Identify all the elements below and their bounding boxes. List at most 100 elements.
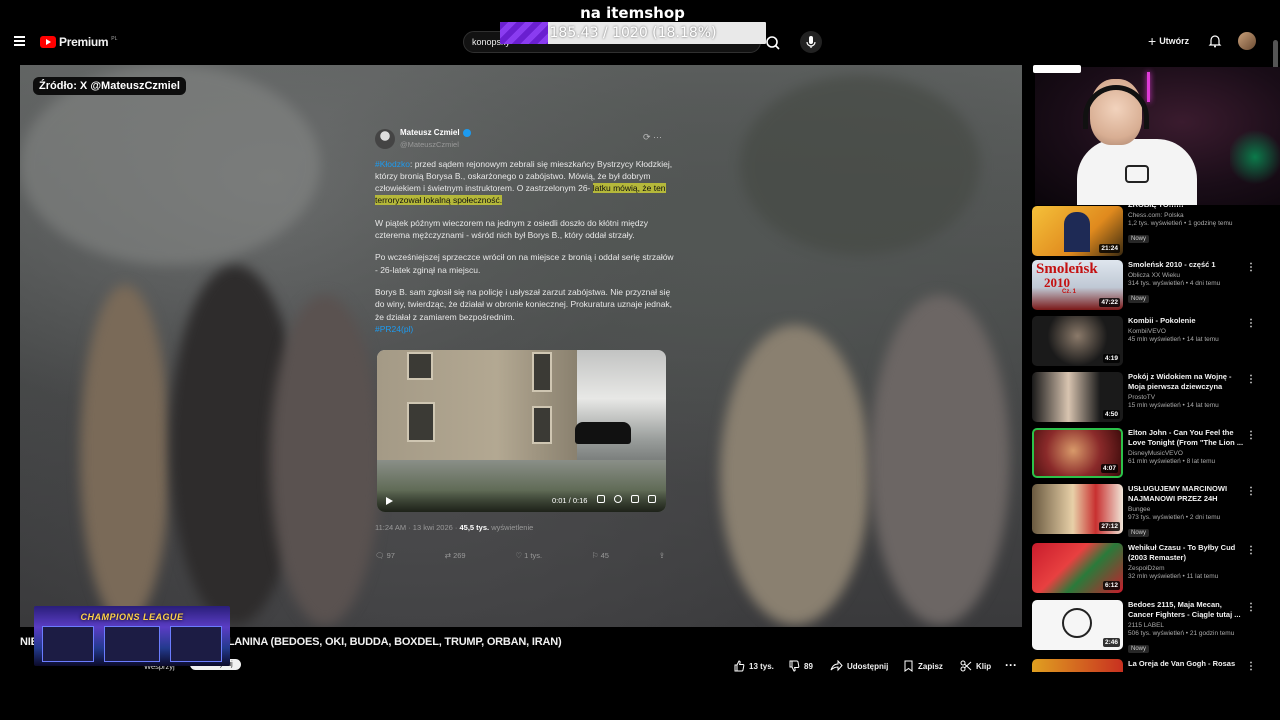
- recommendation-item[interactable]: 4:50 Pokój z Widokiem na Wojnę - Moja pi…: [1032, 372, 1262, 422]
- dislike-count: 89: [804, 661, 813, 671]
- tweet-views: 45,5 tys.: [459, 523, 490, 532]
- logo-country: PL: [111, 36, 118, 42]
- recommendation-channel[interactable]: 2115 LABEL: [1128, 622, 1246, 629]
- building-window: [532, 352, 552, 392]
- recommendation-meta: 973 tys. wyświetleń • 2 dni temu: [1128, 514, 1221, 521]
- fullscreen-icon: [648, 495, 656, 503]
- tweet-embed: Mateusz Czmiel @MateuszCzmiel ⟳ ··· #Kło…: [375, 127, 675, 560]
- tweet-video-controls: 0:01 / 0:16: [377, 490, 666, 512]
- recommendation-item[interactable]: 4:07 Elton John - Can You Feel the Love …: [1032, 428, 1262, 478]
- menu-icon[interactable]: [14, 36, 25, 46]
- more-options-icon[interactable]: ⋮: [1246, 545, 1256, 556]
- notifications-bell-icon[interactable]: [1208, 34, 1222, 48]
- recommendation-item[interactable]: 27:12 USŁUGUJEMY MARCINOWI NAJMANOWI PRZ…: [1032, 484, 1262, 537]
- background-tree: [740, 75, 980, 255]
- recommendation-thumbnail[interactable]: 6:12: [1032, 543, 1123, 593]
- building-window: [407, 402, 435, 442]
- youtube-logo[interactable]: Premium PL: [40, 35, 117, 49]
- recommendation-channel[interactable]: ZespołDżem: [1128, 565, 1246, 572]
- recommendation-title[interactable]: Pokój z Widokiem na Wojnę - Moja pierwsz…: [1128, 372, 1246, 392]
- recommendation-channel[interactable]: Oblicza XX Wieku: [1128, 272, 1246, 279]
- recommendation-title[interactable]: Kombii - Pokolenie: [1128, 316, 1246, 326]
- recommendation-channel[interactable]: Chess.com: Polska: [1128, 212, 1246, 219]
- recommendation-title[interactable]: La Oreja de Van Gogh - Rosas: [1128, 659, 1246, 669]
- recommendation-title[interactable]: USŁUGUJEMY MARCINOWI NAJMANOWI PRZEZ 24H: [1128, 484, 1246, 504]
- recommendation-item[interactable]: La Oreja de Van Gogh - Rosas ⋮: [1032, 659, 1262, 672]
- recommendation-thumbnail[interactable]: 4:07: [1032, 428, 1123, 478]
- background-person: [80, 285, 170, 625]
- recommendation-thumbnail[interactable]: 21:24: [1032, 206, 1123, 256]
- recommendation-channel[interactable]: Bungee: [1128, 506, 1246, 513]
- source-label: Źródło: X @MateuszCzmiel: [33, 77, 186, 95]
- video-player[interactable]: Źródło: X @MateuszCzmiel Mateusz Czmiel …: [20, 65, 1022, 627]
- video-play-icon: [386, 497, 393, 505]
- recommendation-title[interactable]: Wehikuł Czasu - To Byłby Cud (2003 Remas…: [1128, 543, 1246, 563]
- recommendation-title[interactable]: Elton John - Can You Feel the Love Tonig…: [1128, 428, 1246, 448]
- more-options-icon[interactable]: ⋮: [1246, 661, 1256, 672]
- tweet-date: 11:24 AM · 13 kwi 2026 ·: [375, 523, 458, 532]
- more-actions-icon[interactable]: ···: [1005, 658, 1017, 672]
- recommendation-item[interactable]: 4:19 Kombii - Pokolenie KombiiVEVO 45 ml…: [1032, 316, 1262, 366]
- microphone-icon[interactable]: [800, 31, 822, 53]
- recommendation-thumbnail[interactable]: 27:12: [1032, 484, 1123, 534]
- recommendation-thumbnail[interactable]: 2:46: [1032, 600, 1123, 650]
- more-options-icon[interactable]: ⋮: [1246, 430, 1256, 441]
- recommendation-item[interactable]: 6:12 Wehikuł Czasu - To Byłby Cud (2003 …: [1032, 543, 1262, 593]
- webcam-light: [1147, 72, 1150, 102]
- building-window: [407, 352, 433, 380]
- new-badge: Nowy: [1128, 529, 1150, 537]
- like-button[interactable]: 13 tys.: [733, 660, 774, 672]
- youtube-play-icon: [40, 36, 56, 48]
- more-options-icon[interactable]: ⋮: [1246, 602, 1256, 613]
- recommendation-thumbnail[interactable]: 4:19: [1032, 316, 1123, 366]
- dislike-button[interactable]: 89: [788, 660, 813, 672]
- more-options-icon[interactable]: ⋮: [1246, 262, 1256, 273]
- streamer-webcam: [1035, 67, 1280, 205]
- recommendation-thumbnail[interactable]: Smoleńsk 2010 Cz. 1 47:22: [1032, 260, 1123, 310]
- tweet-more-icon: ⟳ ···: [643, 132, 663, 142]
- tweet-repost: ⇄ 269: [444, 551, 466, 560]
- create-button[interactable]: + Utwórz: [1148, 33, 1189, 49]
- more-options-icon[interactable]: ⋮: [1246, 374, 1256, 385]
- thumbs-down-icon: [789, 660, 800, 672]
- recommendation-meta: 45 mln wyświetleń • 14 lat temu: [1128, 336, 1219, 343]
- thumb-person: [1064, 212, 1090, 252]
- champions-league-label: CHAMPIONS LEAGUE: [80, 612, 184, 622]
- webcam-tab: [1033, 65, 1081, 73]
- tweet-source-tag: #PR24(pl): [375, 323, 414, 334]
- more-options-icon[interactable]: ⋮: [1246, 318, 1256, 329]
- reply-count: 97: [386, 551, 395, 560]
- recommendation-title[interactable]: Smoleńsk 2010 - część 1: [1128, 260, 1246, 270]
- recommendation-meta: 1,2 tys. wyświetleń • 1 godzinę temu: [1128, 220, 1233, 227]
- champions-panel: [170, 626, 222, 662]
- recommendation-thumbnail[interactable]: [1032, 659, 1123, 672]
- recommendation-thumbnail[interactable]: 4:50: [1032, 372, 1123, 422]
- recommendation-item[interactable]: 21:24 ZROBIĘ TO!!!!!! Chess.com: Polska …: [1032, 200, 1262, 256]
- video-duration: 27:12: [1099, 522, 1120, 531]
- recommendation-item[interactable]: 2:46 Bedoes 2115, Maja Mecan, Cancer Fig…: [1032, 600, 1262, 653]
- more-options-icon[interactable]: ⋮: [1246, 486, 1256, 497]
- tweet-author-avatar: [375, 129, 395, 150]
- recommendation-title[interactable]: Bedoes 2115, Maja Mecan, Cancer Fighters…: [1128, 600, 1246, 620]
- clip-button[interactable]: Klip: [960, 660, 991, 672]
- recommendation-meta: 506 tys. wyświetleń • 21 godzin temu: [1128, 630, 1235, 637]
- scissors-icon: [960, 660, 972, 672]
- recommendation-channel[interactable]: DisneyMusicVEVO: [1128, 450, 1246, 457]
- search-icon[interactable]: [763, 33, 783, 53]
- tweet-paragraph-4-text: Borys B. sam zgłosił się na policję i us…: [375, 286, 673, 322]
- save-button[interactable]: Zapisz: [903, 660, 943, 672]
- recommendation-meta: 314 tys. wyświetleń • 4 dni temu: [1128, 280, 1221, 287]
- webcam-rgb-glow: [1230, 127, 1280, 187]
- new-badge: Nowy: [1128, 235, 1150, 243]
- account-avatar[interactable]: [1238, 32, 1256, 50]
- champions-panel: [104, 626, 160, 662]
- thumb-drawing: [1062, 608, 1092, 638]
- recommendation-channel[interactable]: ProstoTV: [1128, 394, 1246, 401]
- settings-icon: [614, 495, 622, 503]
- tweet-header: Mateusz Czmiel @MateuszCzmiel: [375, 127, 675, 152]
- save-label: Zapisz: [918, 661, 943, 671]
- share-button[interactable]: Udostępnij: [830, 660, 888, 672]
- tweet-actions: 🗨 97 ⇄ 269 ♡ 1 tys. ⚐ 45 ⇪: [375, 550, 665, 562]
- recommendation-item[interactable]: Smoleńsk 2010 Cz. 1 47:22 Smoleńsk 2010 …: [1032, 260, 1262, 310]
- recommendation-channel[interactable]: KombiiVEVO: [1128, 328, 1246, 335]
